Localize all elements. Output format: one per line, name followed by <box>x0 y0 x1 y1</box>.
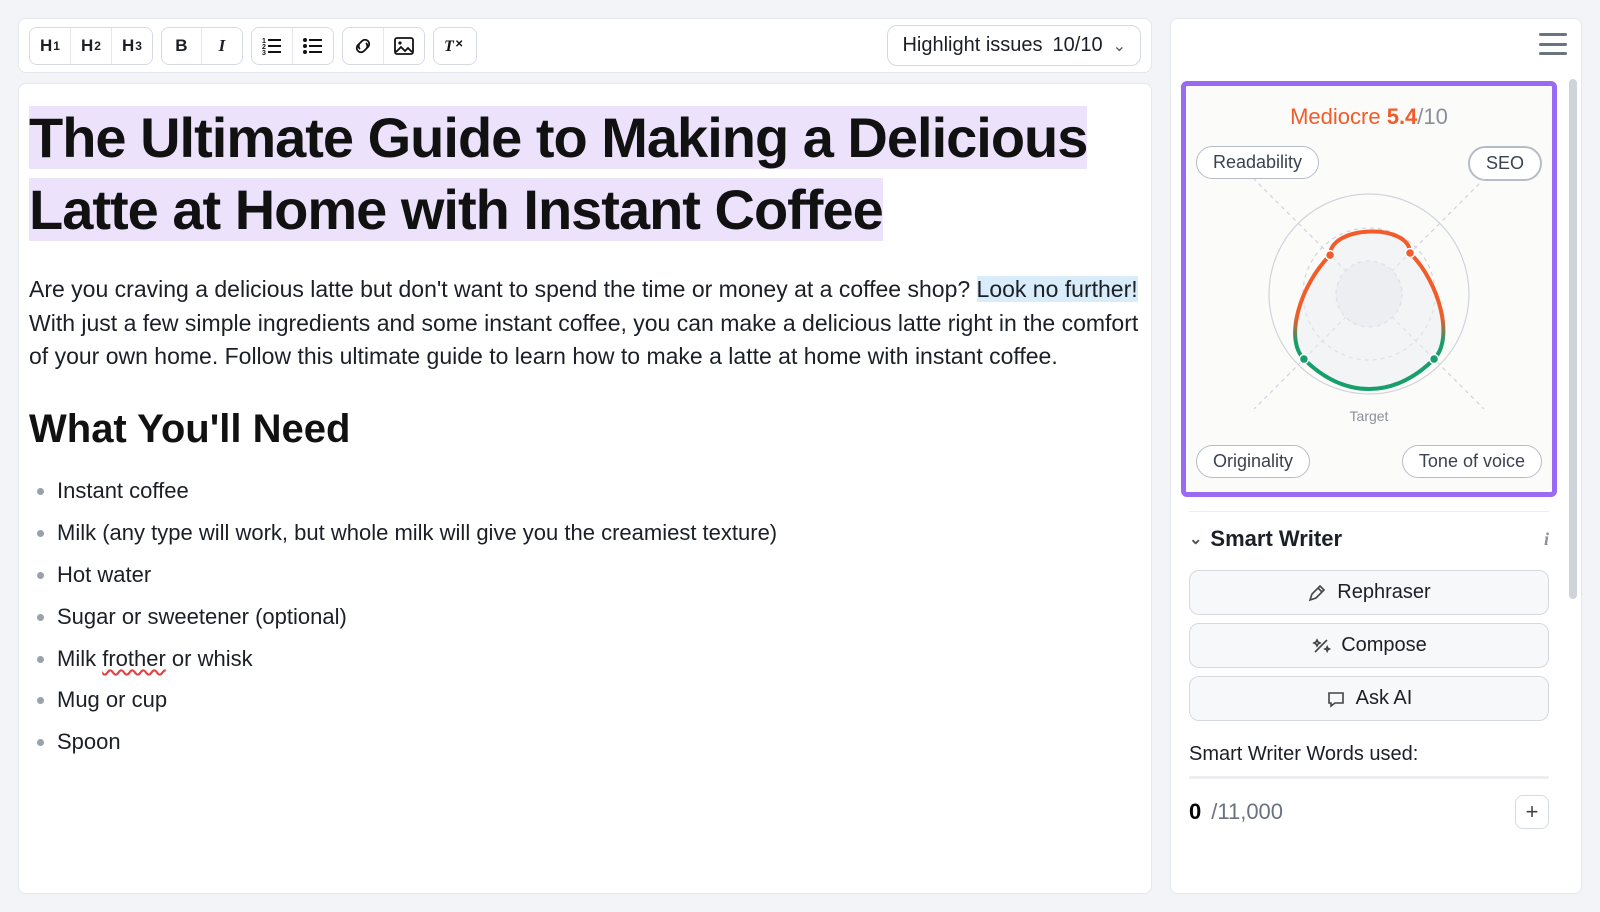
scrollbar-thumb[interactable] <box>1569 79 1577 599</box>
list-item: Instant coffee <box>57 470 1141 512</box>
list-item: Mug or cup <box>57 679 1141 721</box>
pill-originality[interactable]: Originality <box>1196 445 1310 478</box>
scrollbar[interactable] <box>1569 79 1577 873</box>
unordered-list-button[interactable] <box>293 28 333 64</box>
image-button[interactable] <box>384 28 424 64</box>
heading-group: H1 H2 H3 <box>29 27 153 65</box>
words-used-count: 0 <box>1189 799 1201 825</box>
chevron-down-icon: ⌄ <box>1113 36 1126 56</box>
doc-title: The Ultimate Guide to Making a Delicious… <box>29 102 1141 245</box>
smart-writer-section[interactable]: ⌄ Smart Writer i <box>1189 511 1549 562</box>
add-words-button[interactable]: + <box>1515 795 1549 829</box>
sidebar-scroll[interactable]: Mediocre 5.4/10 Readability SEO Original… <box>1171 19 1567 893</box>
list-item: Sugar or sweetener (optional) <box>57 596 1141 638</box>
score-card: Mediocre 5.4/10 Readability SEO Original… <box>1181 81 1557 497</box>
words-used-row: 0/11,000 + <box>1189 795 1549 829</box>
emphasis-group: B I <box>161 27 243 65</box>
highlight-issues-label: Highlight issues <box>902 34 1042 57</box>
highlight-issues-count: 10/10 <box>1053 34 1103 57</box>
list-item: Spoon <box>57 721 1141 763</box>
list-item: Milk (any type will work, but whole milk… <box>57 512 1141 554</box>
smart-writer-label: Smart Writer <box>1210 526 1342 552</box>
intro-paragraph: Are you craving a delicious latte but do… <box>29 273 1141 373</box>
editor-column: H1 H2 H3 B I 1 2 3 <box>18 18 1152 894</box>
info-icon[interactable]: i <box>1544 529 1549 550</box>
italic-button[interactable]: I <box>202 28 242 64</box>
list-group: 1 2 3 <box>251 27 334 65</box>
compose-button[interactable]: Compose <box>1189 623 1549 668</box>
words-used-label: Smart Writer Words used: <box>1189 743 1549 766</box>
svg-text:✕: ✕ <box>455 39 463 50</box>
h1-button[interactable]: H1 <box>30 28 71 64</box>
image-icon <box>394 37 414 55</box>
ask-ai-button[interactable]: Ask AI <box>1189 676 1549 721</box>
clear-formatting-button[interactable]: T ✕ <box>434 28 476 64</box>
words-used-bar <box>1189 776 1549 779</box>
rephraser-button[interactable]: Rephraser <box>1189 570 1549 615</box>
link-icon <box>353 36 373 56</box>
chevron-down-icon: ⌄ <box>1189 529 1202 549</box>
insert-group <box>342 27 425 65</box>
h3-button[interactable]: H3 <box>112 28 152 64</box>
list-item: Hot water <box>57 554 1141 596</box>
clear-group: T ✕ <box>433 27 477 65</box>
h2-button[interactable]: H2 <box>71 28 112 64</box>
sidebar: Mediocre 5.4/10 Readability SEO Original… <box>1170 18 1582 894</box>
svg-text:3: 3 <box>262 50 266 55</box>
section-heading: What You'll Need <box>29 407 1141 452</box>
radar-chart: Target <box>1196 174 1542 414</box>
bold-button[interactable]: B <box>162 28 202 64</box>
editor-toolbar: H1 H2 H3 B I 1 2 3 <box>18 18 1152 73</box>
pencil-icon <box>1307 583 1327 603</box>
ingredients-list: Instant coffee Milk (any type will work,… <box>29 470 1141 763</box>
ordered-list-button[interactable]: 1 2 3 <box>252 28 293 64</box>
pill-tone[interactable]: Tone of voice <box>1402 445 1542 478</box>
highlight-issues-select[interactable]: Highlight issues 10/10 ⌄ <box>887 25 1141 66</box>
svg-text:T: T <box>444 38 455 55</box>
wand-icon <box>1311 636 1331 656</box>
chat-icon <box>1326 689 1346 709</box>
ordered-list-icon: 1 2 3 <box>262 37 282 55</box>
list-item: Milk frother or whisk <box>57 638 1141 680</box>
target-label: Target <box>1350 408 1389 424</box>
document-editor[interactable]: The Ultimate Guide to Making a Delicious… <box>18 83 1152 894</box>
unordered-list-icon <box>303 37 323 55</box>
link-button[interactable] <box>343 28 384 64</box>
score-title: Mediocre 5.4/10 <box>1196 104 1542 130</box>
clear-formatting-icon: T ✕ <box>444 37 466 55</box>
words-used-total: /11,000 <box>1211 799 1283 825</box>
spelling-issue[interactable]: frother <box>102 646 166 671</box>
